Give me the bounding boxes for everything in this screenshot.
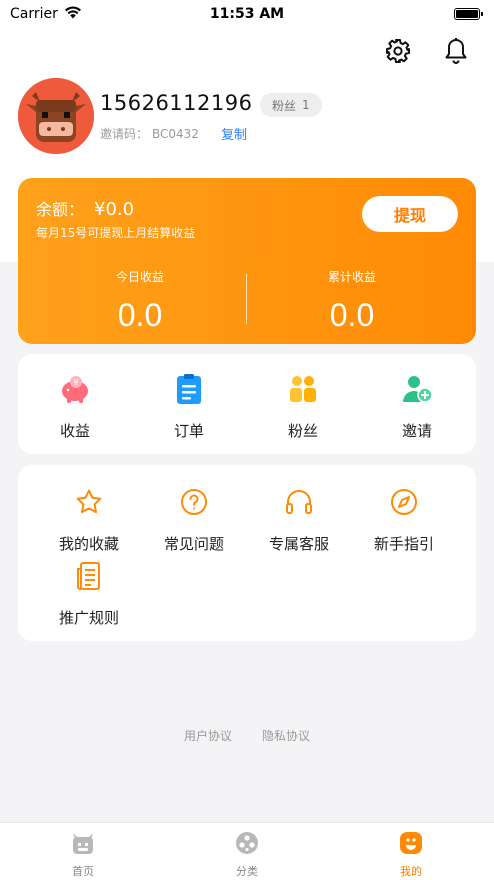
balance-card: 余额： ¥0.0 每月15号可提现上月结算收益 提现 今日收益 0.0 累计收益 … [18, 178, 476, 344]
invite-code: BC0432 [152, 126, 199, 141]
status-bar: Carrier 11:53 AM [0, 0, 494, 28]
balance-amount: ¥0.0 [94, 199, 135, 220]
services-panel: 我的收藏 常见问题 专属客服 新手指引 推广规则 [18, 465, 476, 641]
service-label: 推广规则 [58, 609, 119, 627]
privacy-policy-link[interactable]: 隐私协议 [262, 727, 310, 744]
notification-bell-icon[interactable] [441, 36, 471, 66]
service-faq[interactable]: 常见问题 [137, 485, 251, 554]
phone-number: 15626112196 [100, 91, 253, 115]
compass-icon [387, 485, 421, 519]
total-earnings-value: 0.0 [329, 297, 375, 333]
tab-label: 分类 [236, 865, 258, 878]
service-label: 新手指引 [373, 535, 434, 553]
total-earnings: 累计收益 0.0 [252, 268, 452, 334]
category-icon [235, 831, 259, 859]
balance-row: 余额： ¥0.0 [36, 196, 134, 220]
tab-home[interactable]: 首页 [23, 831, 143, 879]
settings-gear-icon[interactable] [383, 36, 413, 66]
battery-icon [454, 8, 483, 20]
fans-label: 粉丝 [272, 98, 297, 113]
clipboard-icon [172, 372, 206, 406]
tab-bar: 首页 分类 我的 [0, 822, 494, 880]
quick-actions-panel: ¥ 收益 订单 粉丝 邀请 [18, 354, 476, 454]
quick-action-label: 邀请 [401, 422, 432, 440]
user-agreement-link[interactable]: 用户协议 [184, 727, 232, 744]
document-icon [72, 559, 106, 593]
today-earnings-value: 0.0 [117, 297, 163, 333]
quick-action-fans[interactable]: 粉丝 [246, 372, 360, 441]
stat-divider [246, 274, 247, 324]
wifi-icon [64, 5, 82, 23]
quick-action-label: 订单 [173, 422, 204, 440]
service-label: 专属客服 [268, 535, 329, 553]
quick-action-label: 粉丝 [287, 422, 318, 440]
quick-action-earnings[interactable]: ¥ 收益 [18, 372, 132, 441]
people-icon [286, 372, 320, 406]
withdraw-note: 每月15号可提现上月结算收益 [36, 226, 196, 240]
service-customer-support[interactable]: 专属客服 [242, 485, 356, 554]
footer-links: 用户协议 隐私协议 [0, 727, 494, 744]
copy-invite-code-button[interactable]: 复制 [221, 124, 247, 143]
total-earnings-label: 累计收益 [327, 270, 376, 284]
service-label: 常见问题 [163, 535, 224, 553]
tab-profile[interactable]: 我的 [351, 831, 471, 879]
invite-label: 邀请码： [100, 127, 149, 141]
carrier-label: Carrier [10, 6, 58, 22]
svg-text:¥: ¥ [73, 378, 78, 387]
today-earnings-label: 今日收益 [115, 270, 164, 284]
service-promotion-rules[interactable]: 推广规则 [32, 559, 146, 628]
quick-action-invite[interactable]: 邀请 [360, 372, 474, 441]
service-beginner-guide[interactable]: 新手指引 [347, 485, 461, 554]
question-icon [177, 485, 211, 519]
invite-row: 邀请码： BC0432 复制 [100, 124, 247, 144]
home-icon [70, 831, 96, 859]
balance-label: 余额： [36, 200, 85, 219]
piggy-bank-icon: ¥ [58, 372, 92, 406]
tab-label: 我的 [400, 865, 422, 878]
cow-mascot-icon [18, 78, 94, 154]
headset-icon [282, 485, 316, 519]
profile-icon [399, 831, 423, 859]
star-icon [72, 485, 106, 519]
today-earnings: 今日收益 0.0 [40, 268, 240, 334]
withdraw-button[interactable]: 提现 [362, 196, 458, 232]
service-favorites[interactable]: 我的收藏 [32, 485, 146, 554]
quick-action-orders[interactable]: 订单 [132, 372, 246, 441]
tab-label: 首页 [72, 865, 94, 878]
service-label: 我的收藏 [58, 535, 119, 553]
avatar[interactable] [18, 78, 94, 154]
add-user-icon [400, 372, 434, 406]
fans-count: 1 [302, 98, 310, 112]
fans-badge[interactable]: 粉丝 1 [260, 93, 322, 117]
quick-action-label: 收益 [59, 422, 90, 440]
tab-category[interactable]: 分类 [187, 831, 307, 879]
